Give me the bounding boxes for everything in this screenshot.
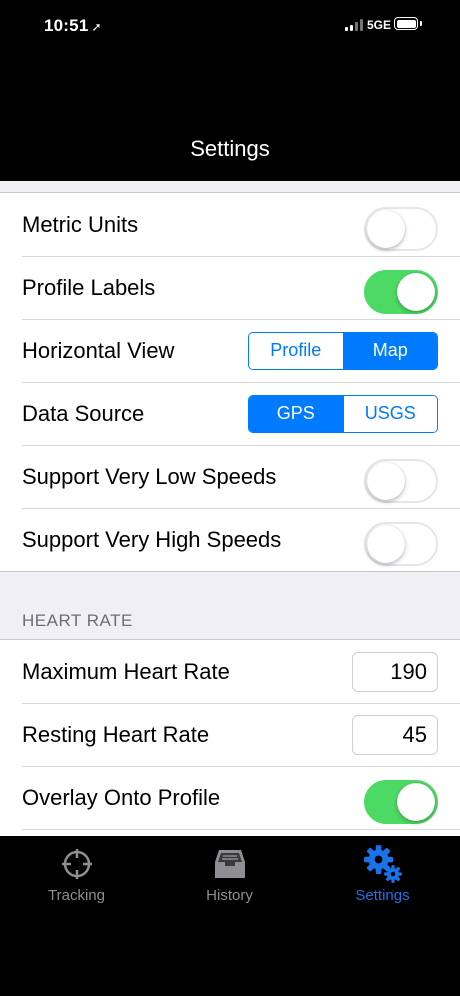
metric-units-label: Metric Units <box>22 212 139 237</box>
page-title: Settings <box>190 136 270 161</box>
low-speeds-toggle[interactable] <box>364 459 438 503</box>
cellular-signal-icon <box>345 19 365 31</box>
toggle-knob <box>367 462 405 500</box>
resting-heart-rate-row: Resting Heart Rate 45 <box>0 703 460 766</box>
segment-profile[interactable]: Profile <box>249 333 343 369</box>
location-arrow-icon: ➚ <box>91 20 102 34</box>
toggle-knob <box>367 210 405 248</box>
resting-heart-rate-label: Resting Heart Rate <box>22 722 210 747</box>
status-time: 10:51 ➚ <box>44 16 102 35</box>
metric-units-toggle[interactable] <box>364 207 438 251</box>
horizontal-view-segmented-control: Profile Map <box>248 332 438 370</box>
toggle-knob <box>367 525 405 563</box>
inbox-tray-icon <box>214 850 245 878</box>
horizontal-view-label: Horizontal View <box>22 338 175 363</box>
overlay-onto-profile-label: Overlay Onto Profile <box>22 785 221 810</box>
metric-units-row: Metric Units <box>0 193 460 256</box>
toggle-knob <box>397 273 435 311</box>
segment-gps[interactable]: GPS <box>249 396 343 432</box>
profile-labels-toggle[interactable] <box>364 270 438 314</box>
tab-label: History <box>206 887 253 904</box>
low-speeds-label: Support Very Low Speeds <box>22 464 277 489</box>
low-speeds-row: Support Very Low Speeds <box>0 445 460 508</box>
resting-heart-rate-field[interactable]: 45 <box>352 715 438 755</box>
tab-history[interactable]: History <box>153 836 306 912</box>
horizontal-view-row: Horizontal View Profile Map <box>0 319 460 382</box>
maximum-heart-rate-label: Maximum Heart Rate <box>22 659 230 684</box>
heart-rate-group: Maximum Heart Rate 190 Resting Heart Rat… <box>0 639 460 836</box>
high-speeds-row: Support Very High Speeds <box>0 508 460 571</box>
segment-map[interactable]: Map <box>342 333 437 369</box>
toggle-knob <box>397 783 435 821</box>
overlay-onto-profile-toggle[interactable] <box>364 780 438 824</box>
tab-tracking[interactable]: Tracking <box>0 836 153 912</box>
data-source-row: Data Source GPS USGS <box>0 382 460 445</box>
high-speeds-toggle[interactable] <box>364 522 438 566</box>
overlay-onto-profile-row: Overlay Onto Profile <box>0 766 460 829</box>
heart-rate-section-header: HEART RATE <box>22 611 133 630</box>
tab-label: Tracking <box>48 887 105 904</box>
maximum-heart-rate-row: Maximum Heart Rate 190 <box>0 640 460 703</box>
data-source-segmented-control: GPS USGS <box>248 395 438 433</box>
data-source-label: Data Source <box>22 401 145 426</box>
crosshair-icon <box>61 849 92 879</box>
tab-settings[interactable]: Settings <box>306 836 459 912</box>
segment-usgs[interactable]: USGS <box>342 396 437 432</box>
tab-bar: Tracking History Settings <box>0 836 460 996</box>
maximum-heart-rate-field[interactable]: 190 <box>352 652 438 692</box>
profile-labels-row: Profile Labels <box>0 256 460 319</box>
next-row-partial <box>0 829 460 836</box>
status-bar: 10:51 ➚ 5GE <box>0 0 460 54</box>
general-settings-group: Metric Units Profile Labels Horizontal V… <box>0 192 460 572</box>
tab-label: Settings <box>355 887 410 904</box>
high-speeds-label: Support Very High Speeds <box>22 527 282 552</box>
gears-icon <box>363 845 402 883</box>
battery-icon <box>394 17 422 30</box>
network-type: 5GE <box>367 18 392 32</box>
profile-labels-label: Profile Labels <box>22 275 156 300</box>
settings-list[interactable]: Metric Units Profile Labels Horizontal V… <box>0 181 460 836</box>
